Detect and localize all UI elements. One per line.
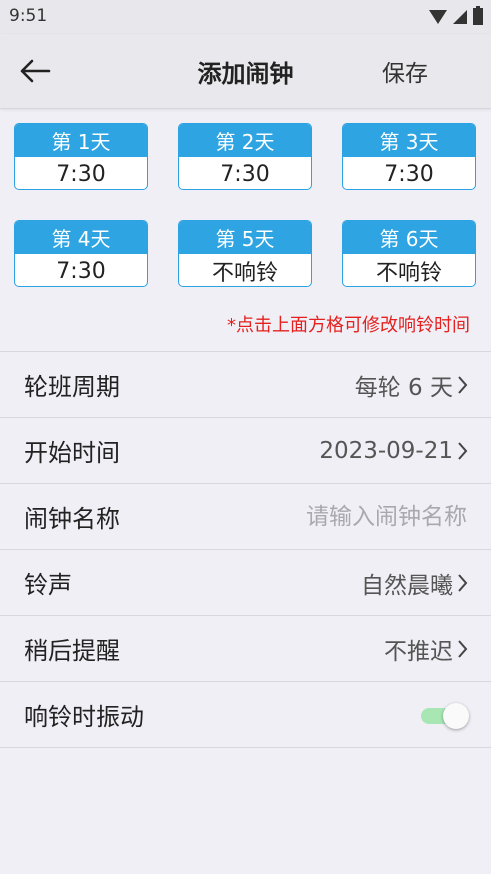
day-label: 第 5天 xyxy=(179,221,311,254)
day-label: 第 3天 xyxy=(343,124,475,157)
row-label: 开始时间 xyxy=(24,439,120,467)
day-time: 不响铃 xyxy=(375,261,442,286)
day-label: 第 2天 xyxy=(179,124,311,157)
row-label: 稍后提醒 xyxy=(24,637,120,665)
status-icons xyxy=(429,6,483,25)
day-card-1[interactable]: 第 1天 7:30 xyxy=(14,123,148,190)
day-label: 第 1天 xyxy=(15,124,147,157)
row-start-time[interactable]: 开始时间 2023-09-21 xyxy=(0,418,491,484)
save-button[interactable]: 保存 xyxy=(382,54,428,88)
battery-icon xyxy=(473,6,483,25)
vibrate-toggle[interactable] xyxy=(421,702,469,729)
chevron-right-icon xyxy=(458,375,468,394)
chevron-right-icon xyxy=(458,639,468,658)
day-card-3[interactable]: 第 3天 7:30 xyxy=(342,123,476,190)
day-card-2[interactable]: 第 2天 7:30 xyxy=(178,123,312,190)
day-time: 7:30 xyxy=(56,258,106,284)
row-label: 响铃时振动 xyxy=(24,703,144,731)
day-label: 第 4天 xyxy=(15,221,147,254)
row-label: 轮班周期 xyxy=(24,373,120,401)
chevron-right-icon xyxy=(458,573,468,592)
signal-icon xyxy=(453,9,467,24)
wifi-icon xyxy=(429,9,447,24)
day-label: 第 6天 xyxy=(343,221,475,254)
toggle-thumb xyxy=(443,702,469,729)
row-value: 不推迟 xyxy=(384,638,453,665)
row-value: 自然晨曦 xyxy=(361,572,453,599)
day-time: 不响铃 xyxy=(211,261,278,286)
row-label: 铃声 xyxy=(24,571,72,599)
day-time: 7:30 xyxy=(384,161,434,187)
day-card-5[interactable]: 第 5天 不响铃 xyxy=(178,220,312,287)
status-bar: 9:51 xyxy=(0,0,491,34)
row-ringtone[interactable]: 铃声 自然晨曦 xyxy=(0,550,491,616)
settings-list: 轮班周期 每轮 6 天 开始时间 2023-09-21 闹钟名称 铃声 自然晨曦… xyxy=(0,351,491,748)
day-card-6[interactable]: 第 6天 不响铃 xyxy=(342,220,476,287)
status-time: 9:51 xyxy=(9,6,48,26)
alarm-name-input[interactable] xyxy=(207,503,467,530)
day-time: 7:30 xyxy=(220,161,270,187)
row-value: 每轮 6 天 xyxy=(354,374,453,401)
row-value: 2023-09-21 xyxy=(319,437,453,464)
day-card-4[interactable]: 第 4天 7:30 xyxy=(14,220,148,287)
day-time: 7:30 xyxy=(56,161,106,187)
row-vibrate: 响铃时振动 xyxy=(0,682,491,748)
row-label: 闹钟名称 xyxy=(24,505,120,533)
row-cycle[interactable]: 轮班周期 每轮 6 天 xyxy=(0,352,491,418)
app-bar: 添加闹钟 保存 xyxy=(0,34,491,109)
edit-hint: *点击上面方格可修改响铃时间 xyxy=(227,315,470,336)
chevron-right-icon xyxy=(458,441,468,460)
row-snooze[interactable]: 稍后提醒 不推迟 xyxy=(0,616,491,682)
row-alarm-name: 闹钟名称 xyxy=(0,484,491,550)
